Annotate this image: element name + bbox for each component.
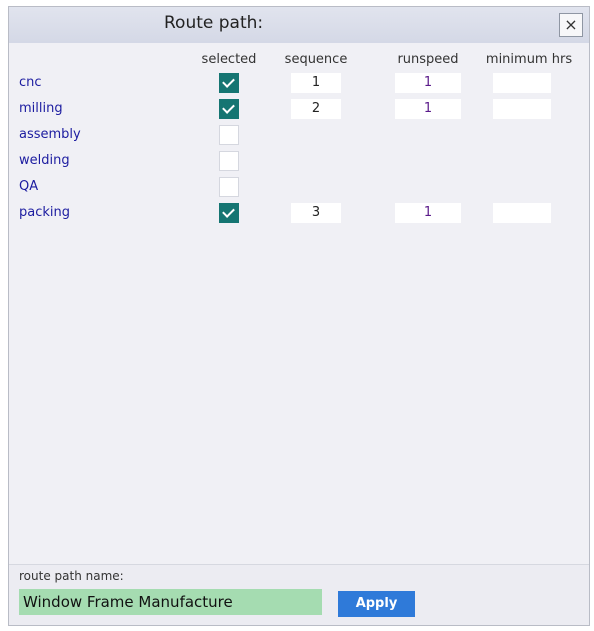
- column-header-selected: selected: [201, 52, 257, 67]
- selected-checkbox-qa[interactable]: [219, 177, 239, 197]
- row-label-assembly: assembly: [19, 127, 81, 142]
- selected-checkbox-assembly[interactable]: [219, 125, 239, 145]
- selected-checkbox-welding[interactable]: [219, 151, 239, 171]
- dialog-title: Route path:: [164, 13, 264, 33]
- row-label-welding: welding: [19, 153, 70, 168]
- close-button[interactable]: ×: [559, 13, 583, 37]
- runspeed-input-packing[interactable]: 1: [395, 203, 461, 223]
- selected-checkbox-packing[interactable]: [219, 203, 239, 223]
- route-path-dialog: Route path: × selected sequence runspeed…: [8, 6, 590, 626]
- selected-checkbox-milling[interactable]: [219, 99, 239, 119]
- sequence-input-milling[interactable]: 2: [291, 99, 341, 119]
- title-bar: Route path: ×: [9, 7, 589, 43]
- row-label-packing: packing: [19, 205, 70, 220]
- sequence-input-packing[interactable]: 3: [291, 203, 341, 223]
- row-label-milling: milling: [19, 101, 63, 116]
- apply-button[interactable]: Apply: [338, 591, 415, 617]
- route-grid: selected sequence runspeed minimum hrs c…: [9, 43, 589, 565]
- footer: route path name: Apply: [9, 564, 589, 625]
- column-header-runspeed: runspeed: [397, 52, 459, 67]
- row-label-qa: QA: [19, 179, 39, 194]
- route-path-name-label: route path name:: [19, 569, 124, 583]
- route-path-name-input[interactable]: [19, 589, 322, 615]
- column-header-minimum-hrs: minimum hrs: [485, 52, 573, 67]
- column-header-sequence: sequence: [284, 52, 348, 67]
- minimum-hrs-input-packing[interactable]: [493, 203, 551, 223]
- row-label-cnc: cnc: [19, 75, 42, 90]
- minimum-hrs-input-milling[interactable]: [493, 99, 551, 119]
- minimum-hrs-input-cnc[interactable]: [493, 73, 551, 93]
- sequence-input-cnc[interactable]: 1: [291, 73, 341, 93]
- runspeed-input-milling[interactable]: 1: [395, 99, 461, 119]
- selected-checkbox-cnc[interactable]: [219, 73, 239, 93]
- runspeed-input-cnc[interactable]: 1: [395, 73, 461, 93]
